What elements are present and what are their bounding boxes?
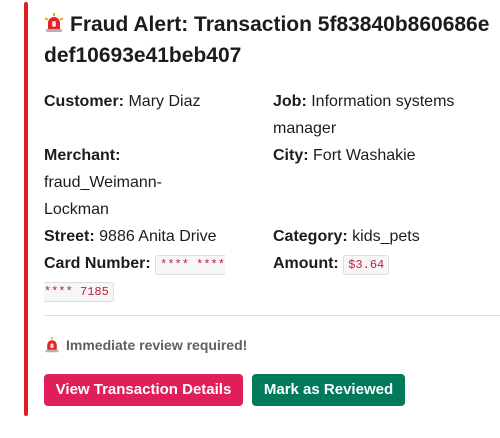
- alert-content: Fraud Alert: Transaction 5f83840b860686e…: [44, 10, 500, 406]
- street-value: 9886 Anita Drive: [99, 228, 217, 245]
- view-transaction-details-button[interactable]: View Transaction Details: [44, 374, 243, 406]
- category-field: Category: kids_pets: [273, 223, 493, 250]
- customer-field: Customer: Mary Diaz: [44, 88, 264, 115]
- review-note: Immediate review required!: [44, 335, 247, 358]
- category-label: Category:: [273, 228, 348, 245]
- section-divider: [44, 315, 500, 316]
- street-label: Street:: [44, 228, 95, 245]
- card-number-label: Card Number:: [44, 255, 151, 272]
- merchant-label: Merchant:: [44, 147, 121, 164]
- alert-title-text: Fraud Alert: Transaction 5f83840b860686e…: [44, 13, 490, 67]
- city-field: City: Fort Washakie: [273, 142, 493, 169]
- street-field: Street: 9886 Anita Drive: [44, 223, 264, 250]
- customer-label: Customer:: [44, 93, 125, 110]
- rotating-light-icon: [44, 12, 64, 41]
- category-value: kids_pets: [352, 228, 420, 245]
- merchant-value: fraud_Weimann-Lockman: [44, 174, 162, 218]
- job-field: Job: Information systems manager: [273, 88, 496, 142]
- mark-as-reviewed-button[interactable]: Mark as Reviewed: [252, 374, 405, 406]
- alert-accent-bar: [24, 2, 28, 416]
- city-label: City:: [273, 147, 309, 164]
- amount-value: $3.64: [343, 255, 390, 275]
- city-value: Fort Washakie: [313, 147, 416, 164]
- merchant-field: Merchant: fraud_Weimann-Lockman: [44, 142, 194, 223]
- alert-title: Fraud Alert: Transaction 5f83840b860686e…: [44, 10, 496, 70]
- rotating-light-icon: [44, 337, 60, 358]
- fraud-alert-card: Fraud Alert: Transaction 5f83840b860686e…: [0, 0, 500, 438]
- job-label: Job:: [273, 93, 307, 110]
- review-note-text: Immediate review required!: [66, 337, 248, 353]
- amount-field: Amount: $3.64: [273, 250, 493, 277]
- card-number-field: Card Number: **** **** **** 7185: [44, 250, 259, 304]
- customer-value: Mary Diaz: [128, 93, 201, 110]
- amount-label: Amount:: [273, 255, 339, 272]
